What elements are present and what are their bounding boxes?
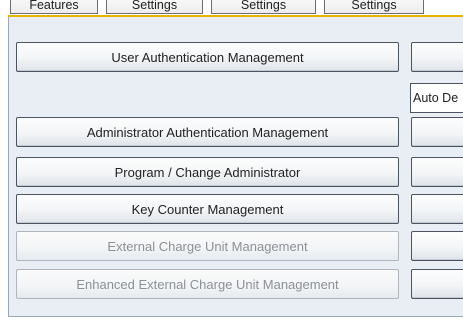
right-column-button-5[interactable]	[411, 231, 463, 261]
settings-screen: Features Settings Settings Settings User…	[0, 0, 463, 329]
tab-settings-1[interactable]: Settings	[106, 0, 203, 14]
tab-features[interactable]: Features	[10, 0, 98, 14]
right-column-button-2[interactable]	[411, 117, 463, 147]
right-column-button-1[interactable]	[411, 42, 463, 72]
right-column-button-3[interactable]	[411, 157, 463, 187]
right-column-button-4[interactable]	[411, 194, 463, 224]
tab-settings-3[interactable]: Settings	[324, 0, 424, 14]
administrator-authentication-management-button[interactable]: Administrator Authentication Management	[16, 117, 399, 147]
external-charge-unit-management-button[interactable]: External Charge Unit Management	[16, 231, 399, 261]
tab-settings-2[interactable]: Settings	[211, 0, 316, 14]
tab-bar: Features Settings Settings Settings	[0, 0, 463, 16]
enhanced-external-charge-unit-management-button[interactable]: Enhanced External Charge Unit Management	[16, 269, 399, 299]
user-authentication-management-button[interactable]: User Authentication Management	[16, 42, 399, 72]
right-column-button-6[interactable]	[411, 269, 463, 299]
key-counter-management-button[interactable]: Key Counter Management	[16, 194, 399, 224]
auto-delete-field-label: Auto De	[410, 83, 463, 113]
program-change-administrator-button[interactable]: Program / Change Administrator	[16, 157, 399, 187]
